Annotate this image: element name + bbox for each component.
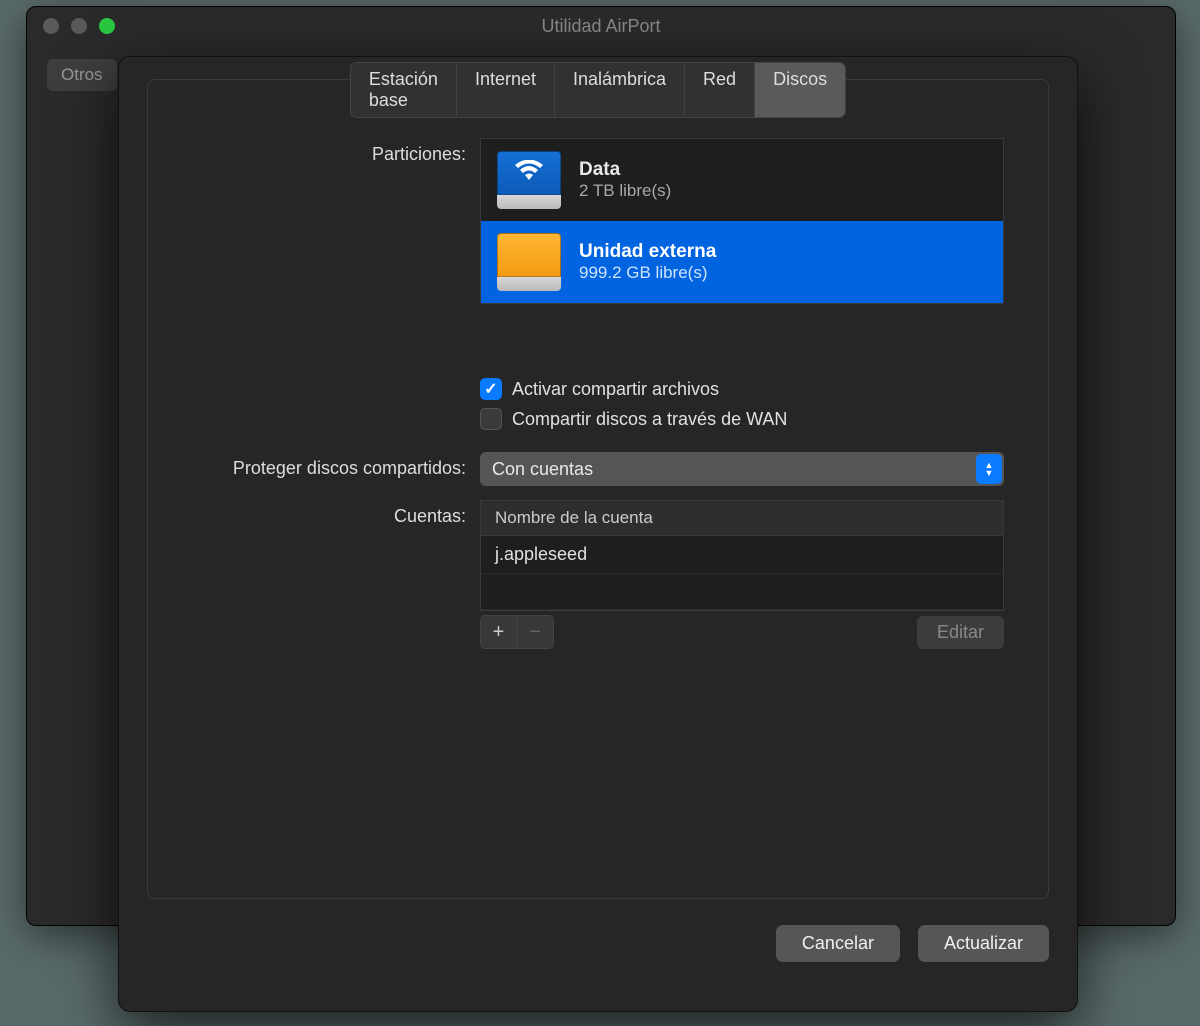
sheet-buttons: Cancelar Actualizar bbox=[147, 925, 1049, 962]
tab-base-station[interactable]: Estación base bbox=[351, 63, 457, 117]
enable-file-sharing-label: Activar compartir archivos bbox=[512, 379, 719, 400]
partitions-list: Data 2 TB libre(s) Unidad externa bbox=[480, 138, 1004, 304]
partition-name: Unidad externa bbox=[579, 241, 716, 263]
accounts-table: Nombre de la cuenta j.appleseed bbox=[480, 500, 1004, 611]
external-disk-icon bbox=[497, 233, 561, 291]
window-title: Utilidad AirPort bbox=[27, 16, 1175, 37]
account-row-empty bbox=[481, 574, 1003, 610]
secure-disks-value: Con cuentas bbox=[492, 459, 593, 480]
accounts-label: Cuentas: bbox=[148, 500, 480, 527]
share-over-wan-label: Compartir discos a través de WAN bbox=[512, 409, 787, 430]
remove-account-button: − bbox=[517, 616, 553, 648]
add-account-button[interactable]: + bbox=[481, 616, 517, 648]
account-seg-buttons: + − bbox=[480, 615, 554, 649]
wifi-icon bbox=[514, 158, 544, 189]
airport-disk-icon bbox=[497, 151, 561, 209]
tab-network[interactable]: Red bbox=[685, 63, 755, 117]
titlebar: Utilidad AirPort bbox=[27, 7, 1175, 45]
content-frame: Estación base Internet Inalámbrica Red D… bbox=[147, 79, 1049, 899]
partitions-label: Particiones: bbox=[148, 138, 480, 165]
partition-name: Data bbox=[579, 159, 671, 181]
tab-internet[interactable]: Internet bbox=[457, 63, 555, 117]
cancel-button[interactable]: Cancelar bbox=[776, 925, 900, 962]
other-wifi-button[interactable]: Otros bbox=[47, 59, 117, 91]
secure-disks-label: Proteger discos compartidos: bbox=[148, 452, 480, 479]
partition-free: 999.2 GB libre(s) bbox=[579, 263, 716, 283]
tab-wireless[interactable]: Inalámbrica bbox=[555, 63, 685, 117]
secure-disks-select[interactable]: Con cuentas ▲▼ bbox=[480, 452, 1004, 486]
enable-file-sharing-checkbox[interactable]: ✓ bbox=[480, 378, 502, 400]
partition-free: 2 TB libre(s) bbox=[579, 181, 671, 201]
partition-item[interactable]: Data 2 TB libre(s) bbox=[481, 139, 1003, 221]
accounts-header: Nombre de la cuenta bbox=[481, 501, 1003, 536]
share-over-wan-checkbox[interactable] bbox=[480, 408, 502, 430]
partition-item[interactable]: Unidad externa 999.2 GB libre(s) bbox=[481, 221, 1003, 303]
body: Particiones: Data 2 bbox=[148, 80, 1048, 663]
chevron-up-down-icon: ▲▼ bbox=[976, 454, 1002, 484]
tab-bar: Estación base Internet Inalámbrica Red D… bbox=[350, 62, 846, 118]
tab-disks[interactable]: Discos bbox=[755, 63, 845, 117]
edit-account-button[interactable]: Editar bbox=[917, 616, 1004, 649]
update-button[interactable]: Actualizar bbox=[918, 925, 1049, 962]
settings-sheet: Estación base Internet Inalámbrica Red D… bbox=[118, 56, 1078, 1012]
account-row[interactable]: j.appleseed bbox=[481, 536, 1003, 574]
